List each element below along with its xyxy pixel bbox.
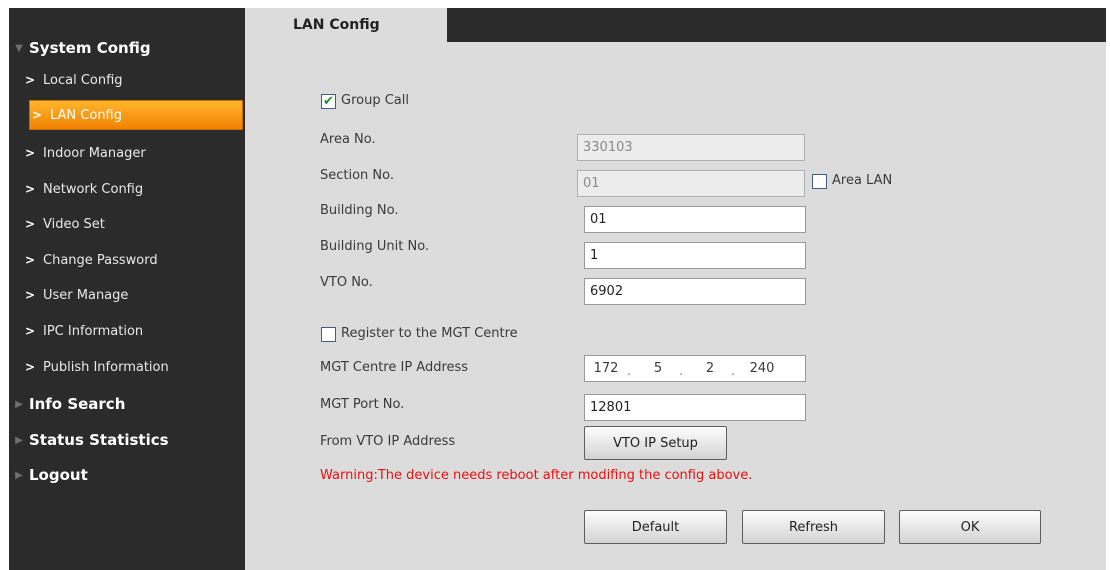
- sidebar-item-change-password[interactable]: > Change Password: [9, 245, 245, 275]
- sidebar-item-label: Publish Information: [43, 359, 169, 375]
- area-no-field[interactable]: 330103: [577, 134, 805, 161]
- section-no-field[interactable]: 01: [577, 170, 805, 197]
- sidebar-item-ipc-information[interactable]: > IPC Information: [9, 316, 245, 346]
- chevron-right-icon: >: [24, 73, 35, 87]
- chevron-right-icon: >: [24, 182, 35, 196]
- building-unit-no-label: Building Unit No.: [320, 239, 430, 254]
- group-call-label: Group Call: [341, 93, 409, 108]
- sidebar-item-user-manage[interactable]: > User Manage: [9, 280, 245, 310]
- sidebar-section-status-statistics[interactable]: ▶ Status Statistics: [9, 422, 245, 458]
- sidebar-item-indoor-manager[interactable]: > Indoor Manager: [9, 138, 245, 168]
- from-vto-ip-label: From VTO IP Address: [320, 434, 456, 449]
- mgt-port-label: MGT Port No.: [320, 397, 405, 412]
- section-no-label: Section No.: [320, 168, 395, 183]
- mgt-ip-address-input[interactable]: 172 . 5 . 2 . 240: [584, 355, 806, 382]
- sidebar-section-label: Status Statistics: [29, 431, 169, 449]
- ip-octet-4[interactable]: 240: [741, 361, 783, 376]
- vto-no-label: VTO No.: [320, 275, 373, 290]
- app-frame: ▼ System Config > Local Config > LAN Con…: [9, 8, 1106, 570]
- mgt-port-field[interactable]: 12801: [584, 394, 806, 421]
- group-call-checkbox[interactable]: ✔: [321, 94, 336, 109]
- sidebar-section-system-config[interactable]: ▼ System Config: [9, 30, 245, 66]
- sidebar-section-label: Info Search: [29, 395, 126, 413]
- sidebar-item-label: Change Password: [43, 252, 158, 268]
- area-no-label: Area No.: [320, 132, 376, 147]
- collapsed-triangle-icon: ▶: [15, 434, 23, 446]
- vto-ip-setup-button[interactable]: VTO IP Setup: [584, 426, 727, 460]
- sidebar-item-publish-information[interactable]: > Publish Information: [9, 352, 245, 382]
- ip-octet-2[interactable]: 5: [637, 361, 679, 376]
- register-mgt-checkbox[interactable]: [321, 327, 336, 342]
- sidebar-item-label: User Manage: [43, 287, 129, 303]
- default-button[interactable]: Default: [584, 510, 727, 544]
- sidebar-item-label: Video Set: [43, 216, 105, 232]
- chevron-right-icon: >: [31, 108, 42, 122]
- chevron-right-icon: >: [24, 146, 35, 160]
- chevron-right-icon: >: [24, 324, 35, 338]
- top-tab-bar: LAN Config: [245, 8, 1106, 42]
- chevron-right-icon: >: [24, 253, 35, 267]
- area-lan-checkbox[interactable]: [812, 174, 827, 189]
- sidebar-item-label: Indoor Manager: [43, 145, 146, 161]
- ok-button[interactable]: OK: [899, 510, 1041, 544]
- chevron-right-icon: >: [24, 360, 35, 374]
- ip-octet-3[interactable]: 2: [689, 361, 731, 376]
- building-no-label: Building No.: [320, 203, 399, 218]
- sidebar-section-info-search[interactable]: ▶ Info Search: [9, 386, 245, 422]
- sidebar-item-label: Local Config: [43, 72, 123, 88]
- sidebar-item-lan-config[interactable]: > LAN Config: [29, 100, 243, 130]
- reboot-warning: Warning:The device needs reboot after mo…: [320, 468, 753, 483]
- refresh-button[interactable]: Refresh: [742, 510, 885, 544]
- sidebar-item-label: LAN Config: [50, 107, 123, 123]
- sidebar-section-label: Logout: [29, 466, 88, 484]
- sidebar-item-label: IPC Information: [43, 323, 144, 339]
- chevron-right-icon: >: [24, 288, 35, 302]
- sidebar-item-video-set[interactable]: > Video Set: [9, 209, 245, 239]
- mgt-ip-label: MGT Centre IP Address: [320, 360, 469, 375]
- tab-lan-config[interactable]: LAN Config: [245, 8, 447, 42]
- chevron-right-icon: >: [24, 217, 35, 231]
- register-mgt-label: Register to the MGT Centre: [341, 326, 518, 341]
- area-lan-label: Area LAN: [832, 173, 893, 188]
- building-unit-no-field[interactable]: 1: [584, 242, 806, 269]
- sidebar-section-label: System Config: [29, 39, 151, 57]
- sidebar-item-local-config[interactable]: > Local Config: [9, 65, 245, 95]
- collapsed-triangle-icon: ▶: [15, 398, 23, 410]
- sidebar: ▼ System Config > Local Config > LAN Con…: [9, 8, 245, 570]
- expanded-triangle-icon: ▼: [15, 42, 23, 54]
- vto-no-field[interactable]: 6902: [584, 278, 806, 305]
- checkmark-icon: ✔: [323, 94, 334, 109]
- sidebar-section-logout[interactable]: ▶ Logout: [9, 457, 245, 493]
- collapsed-triangle-icon: ▶: [15, 469, 23, 481]
- ip-octet-1[interactable]: 172: [585, 361, 627, 376]
- sidebar-item-label: Network Config: [43, 181, 144, 197]
- sidebar-item-network-config[interactable]: > Network Config: [9, 174, 245, 204]
- lan-config-form: ✔ Group Call Area No. 330103 Section No.…: [245, 42, 1106, 570]
- building-no-field[interactable]: 01: [584, 206, 806, 233]
